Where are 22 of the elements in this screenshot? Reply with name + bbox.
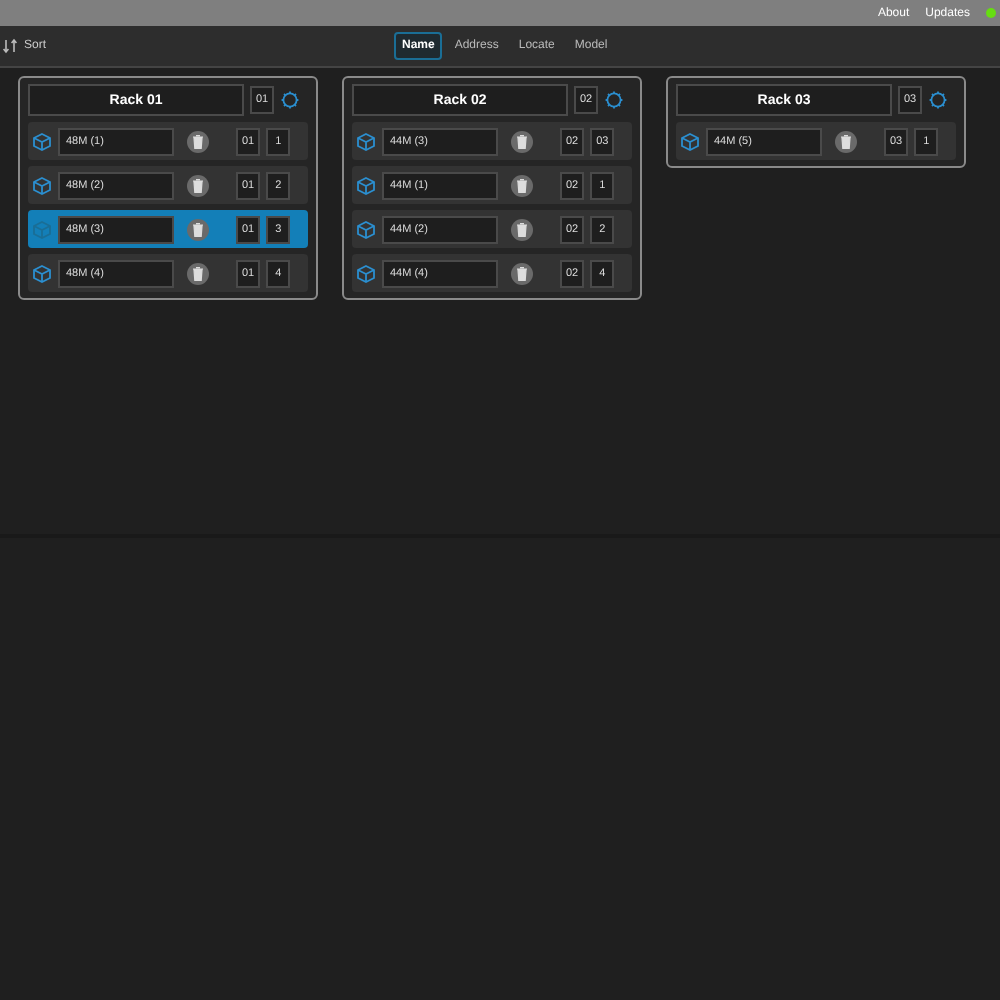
sort-icon [2,38,18,54]
settings-icon[interactable] [928,90,949,110]
trash-icon[interactable] [510,173,534,197]
trash-icon[interactable] [510,217,534,241]
trash-icon[interactable] [186,261,210,285]
trash-icon[interactable] [186,173,210,197]
trash-icon[interactable] [510,261,534,285]
cube-icon [32,175,52,195]
settings-icon[interactable] [280,90,301,110]
trash-icon[interactable] [510,129,534,153]
cube-icon [356,175,376,195]
trash-icon[interactable] [186,217,210,241]
cube-icon [32,131,52,151]
trash-icon[interactable] [834,129,858,153]
cube-icon [356,131,376,151]
trash-icon[interactable] [186,129,210,153]
cube-icon [680,131,700,151]
cube-icon [356,263,376,283]
settings-icon[interactable] [604,90,625,110]
cube-icon [356,219,376,239]
cube-icon [32,219,52,239]
cube-icon [32,263,52,283]
